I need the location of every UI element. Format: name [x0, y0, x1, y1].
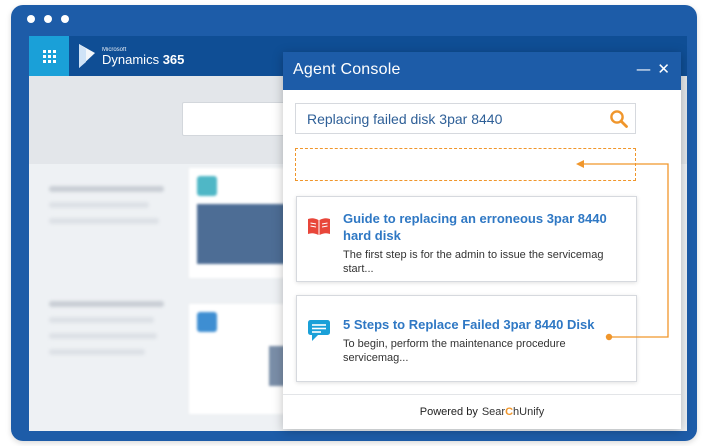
book-icon: [308, 218, 330, 235]
product-name: Dynamics 365: [102, 51, 185, 67]
searchunify-logo: Sear ChUnify: [481, 406, 545, 418]
minimize-icon[interactable]: —: [636, 60, 651, 78]
app-launcher-button[interactable]: [29, 36, 69, 76]
window-dot: [27, 15, 35, 23]
result-description: The first step is for the admin to issue…: [343, 249, 604, 275]
search-icon[interactable]: [609, 109, 629, 129]
dynamics-logo-icon: [79, 44, 95, 68]
searchunify-c-icon: C: [505, 406, 514, 418]
grid-icon: [42, 49, 56, 63]
search-query-text[interactable]: Replacing failed disk 3par 8440: [307, 111, 502, 127]
result-title[interactable]: Guide to replacing an erroneous 3par 844…: [343, 210, 626, 244]
window-dot: [44, 15, 52, 23]
close-icon[interactable]: ✕: [657, 60, 670, 78]
microsoft-label: Microsoft: [102, 46, 127, 53]
dynamics-brand[interactable]: Microsoft Dynamics 365: [77, 43, 184, 69]
search-input[interactable]: Replacing failed disk 3par 8440: [295, 103, 636, 134]
result-description: To begin, perform the maintenance proced…: [343, 338, 566, 364]
chat-icon: [308, 320, 330, 341]
drop-zone[interactable]: [295, 148, 636, 181]
window-dots: [27, 15, 69, 23]
agent-console-title: Agent Console: [293, 61, 401, 78]
result-card[interactable]: Guide to replacing an erroneous 3par 844…: [296, 196, 637, 282]
powered-by-footer: Powered by Sear ChUnify: [283, 394, 681, 429]
agent-console-panel: Agent Console — ✕ Replacing failed disk …: [283, 52, 681, 429]
window-dot: [61, 15, 69, 23]
agent-console-header: Agent Console — ✕: [283, 52, 681, 90]
powered-by-label: Powered by: [419, 406, 478, 418]
result-card[interactable]: 5 Steps to Replace Failed 3par 8440 Disk…: [296, 295, 637, 382]
result-title[interactable]: 5 Steps to Replace Failed 3par 8440 Disk: [343, 316, 626, 333]
